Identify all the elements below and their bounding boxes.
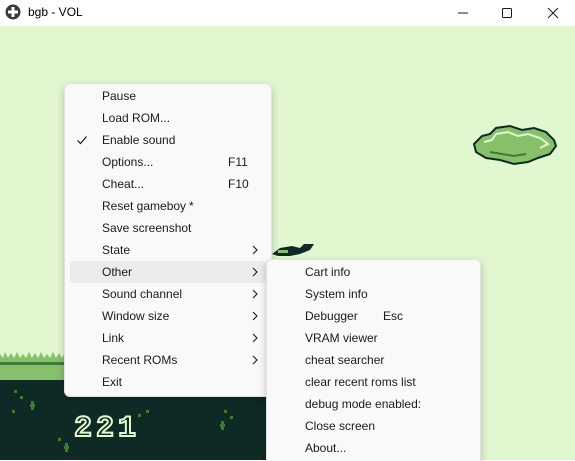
chevron-right-icon	[252, 289, 258, 299]
other-submenu: Cart info System info Debugger Esc VRAM view…	[266, 259, 481, 461]
submenu-item-debug-mode-enabled[interactable]: debug mode enabled:	[272, 393, 475, 415]
menu-item-label: Reset gameboy	[102, 199, 187, 213]
menu-item-shortcut: *	[189, 199, 194, 213]
submenu-item-label: VRAM viewer	[305, 331, 378, 345]
submenu-item-label: Close screen	[305, 419, 376, 433]
maximize-button[interactable]	[484, 0, 530, 26]
menu-item-label: Sound channel	[102, 287, 183, 301]
menu-item-enable-sound[interactable]: Enable sound	[70, 129, 266, 151]
menu-item-pause[interactable]: Pause	[70, 85, 266, 107]
menu-item-shortcut: F11	[228, 155, 248, 169]
menu-item-save-screenshot[interactable]: Save screenshot	[70, 217, 266, 239]
menu-item-shortcut: F10	[228, 177, 249, 191]
menu-item-label: Window size	[102, 309, 170, 323]
chevron-right-icon	[252, 311, 258, 321]
menu-item-exit[interactable]: Exit	[70, 371, 266, 393]
menu-item-label: Recent ROMs	[102, 353, 178, 367]
chevron-right-icon	[252, 245, 258, 255]
menu-item-label: Link	[102, 331, 125, 345]
submenu-item-shortcut: Esc	[383, 309, 404, 323]
submenu-item-debugger[interactable]: Debugger Esc	[272, 305, 475, 327]
title-bar[interactable]: bgb - VOL	[0, 0, 575, 26]
score-display: 221	[74, 412, 140, 442]
menu-item-load-rom[interactable]: Load ROM...	[70, 107, 266, 129]
menu-item-reset-gameboy[interactable]: Reset gameboy *	[70, 195, 266, 217]
cloud-sprite	[472, 124, 558, 166]
submenu-item-label: cheat searcher	[305, 353, 385, 367]
menu-item-label: State	[102, 243, 131, 257]
grass-tufts	[0, 352, 70, 362]
submenu-item-cheat-searcher[interactable]: cheat searcher	[272, 349, 475, 371]
submenu-item-label: Debugger	[305, 309, 358, 323]
submenu-item-about[interactable]: About...	[272, 437, 475, 459]
submenu-item-close-screen[interactable]: Close screen	[272, 415, 475, 437]
menu-item-link[interactable]: Link	[70, 327, 266, 349]
gamepad-icon	[5, 4, 21, 20]
menu-item-state[interactable]: State	[70, 239, 266, 261]
menu-item-other[interactable]: Other	[70, 261, 266, 283]
submenu-item-vram-viewer[interactable]: VRAM viewer	[272, 327, 475, 349]
menu-item-options[interactable]: Options... F11	[70, 151, 266, 173]
minimize-icon	[458, 12, 468, 14]
submenu-item-label: Cart info	[305, 265, 351, 279]
submenu-item-label: debug mode enabled:	[305, 397, 422, 411]
score-value: 221	[74, 412, 140, 442]
submenu-item-label: About...	[305, 441, 347, 455]
minimize-button[interactable]	[440, 0, 486, 26]
menu-item-label: Options...	[102, 155, 154, 169]
submenu-item-label: clear recent roms list	[305, 375, 416, 389]
menu-item-label: Exit	[102, 375, 123, 389]
window-title: bgb - VOL	[28, 5, 83, 19]
maximize-icon	[502, 8, 512, 18]
close-button[interactable]	[530, 0, 575, 26]
context-menu: Pause Load ROM... Enable sound Options... F1…	[64, 83, 272, 397]
menu-item-label: Pause	[102, 89, 137, 103]
menu-item-window-size[interactable]: Window size	[70, 305, 266, 327]
menu-item-label: Save screenshot	[102, 221, 192, 235]
menu-item-label: Cheat...	[102, 177, 145, 191]
menu-item-label: Enable sound	[102, 133, 176, 147]
submenu-item-system-info[interactable]: System info	[272, 283, 475, 305]
menu-item-label: Other	[102, 265, 133, 279]
chevron-right-icon	[252, 267, 258, 277]
menu-item-recent-roms[interactable]: Recent ROMs	[70, 349, 266, 371]
menu-item-label: Load ROM...	[102, 111, 171, 125]
menu-item-cheat[interactable]: Cheat... F10	[70, 173, 266, 195]
close-icon	[547, 7, 559, 19]
submenu-item-clear-recent-roms-list[interactable]: clear recent roms list	[272, 371, 475, 393]
checkmark-icon	[77, 136, 87, 145]
chevron-right-icon	[252, 355, 258, 365]
menu-item-sound-channel[interactable]: Sound channel	[70, 283, 266, 305]
chevron-right-icon	[252, 333, 258, 343]
submenu-item-label: System info	[305, 287, 368, 301]
submenu-item-cart-info[interactable]: Cart info	[272, 261, 475, 283]
